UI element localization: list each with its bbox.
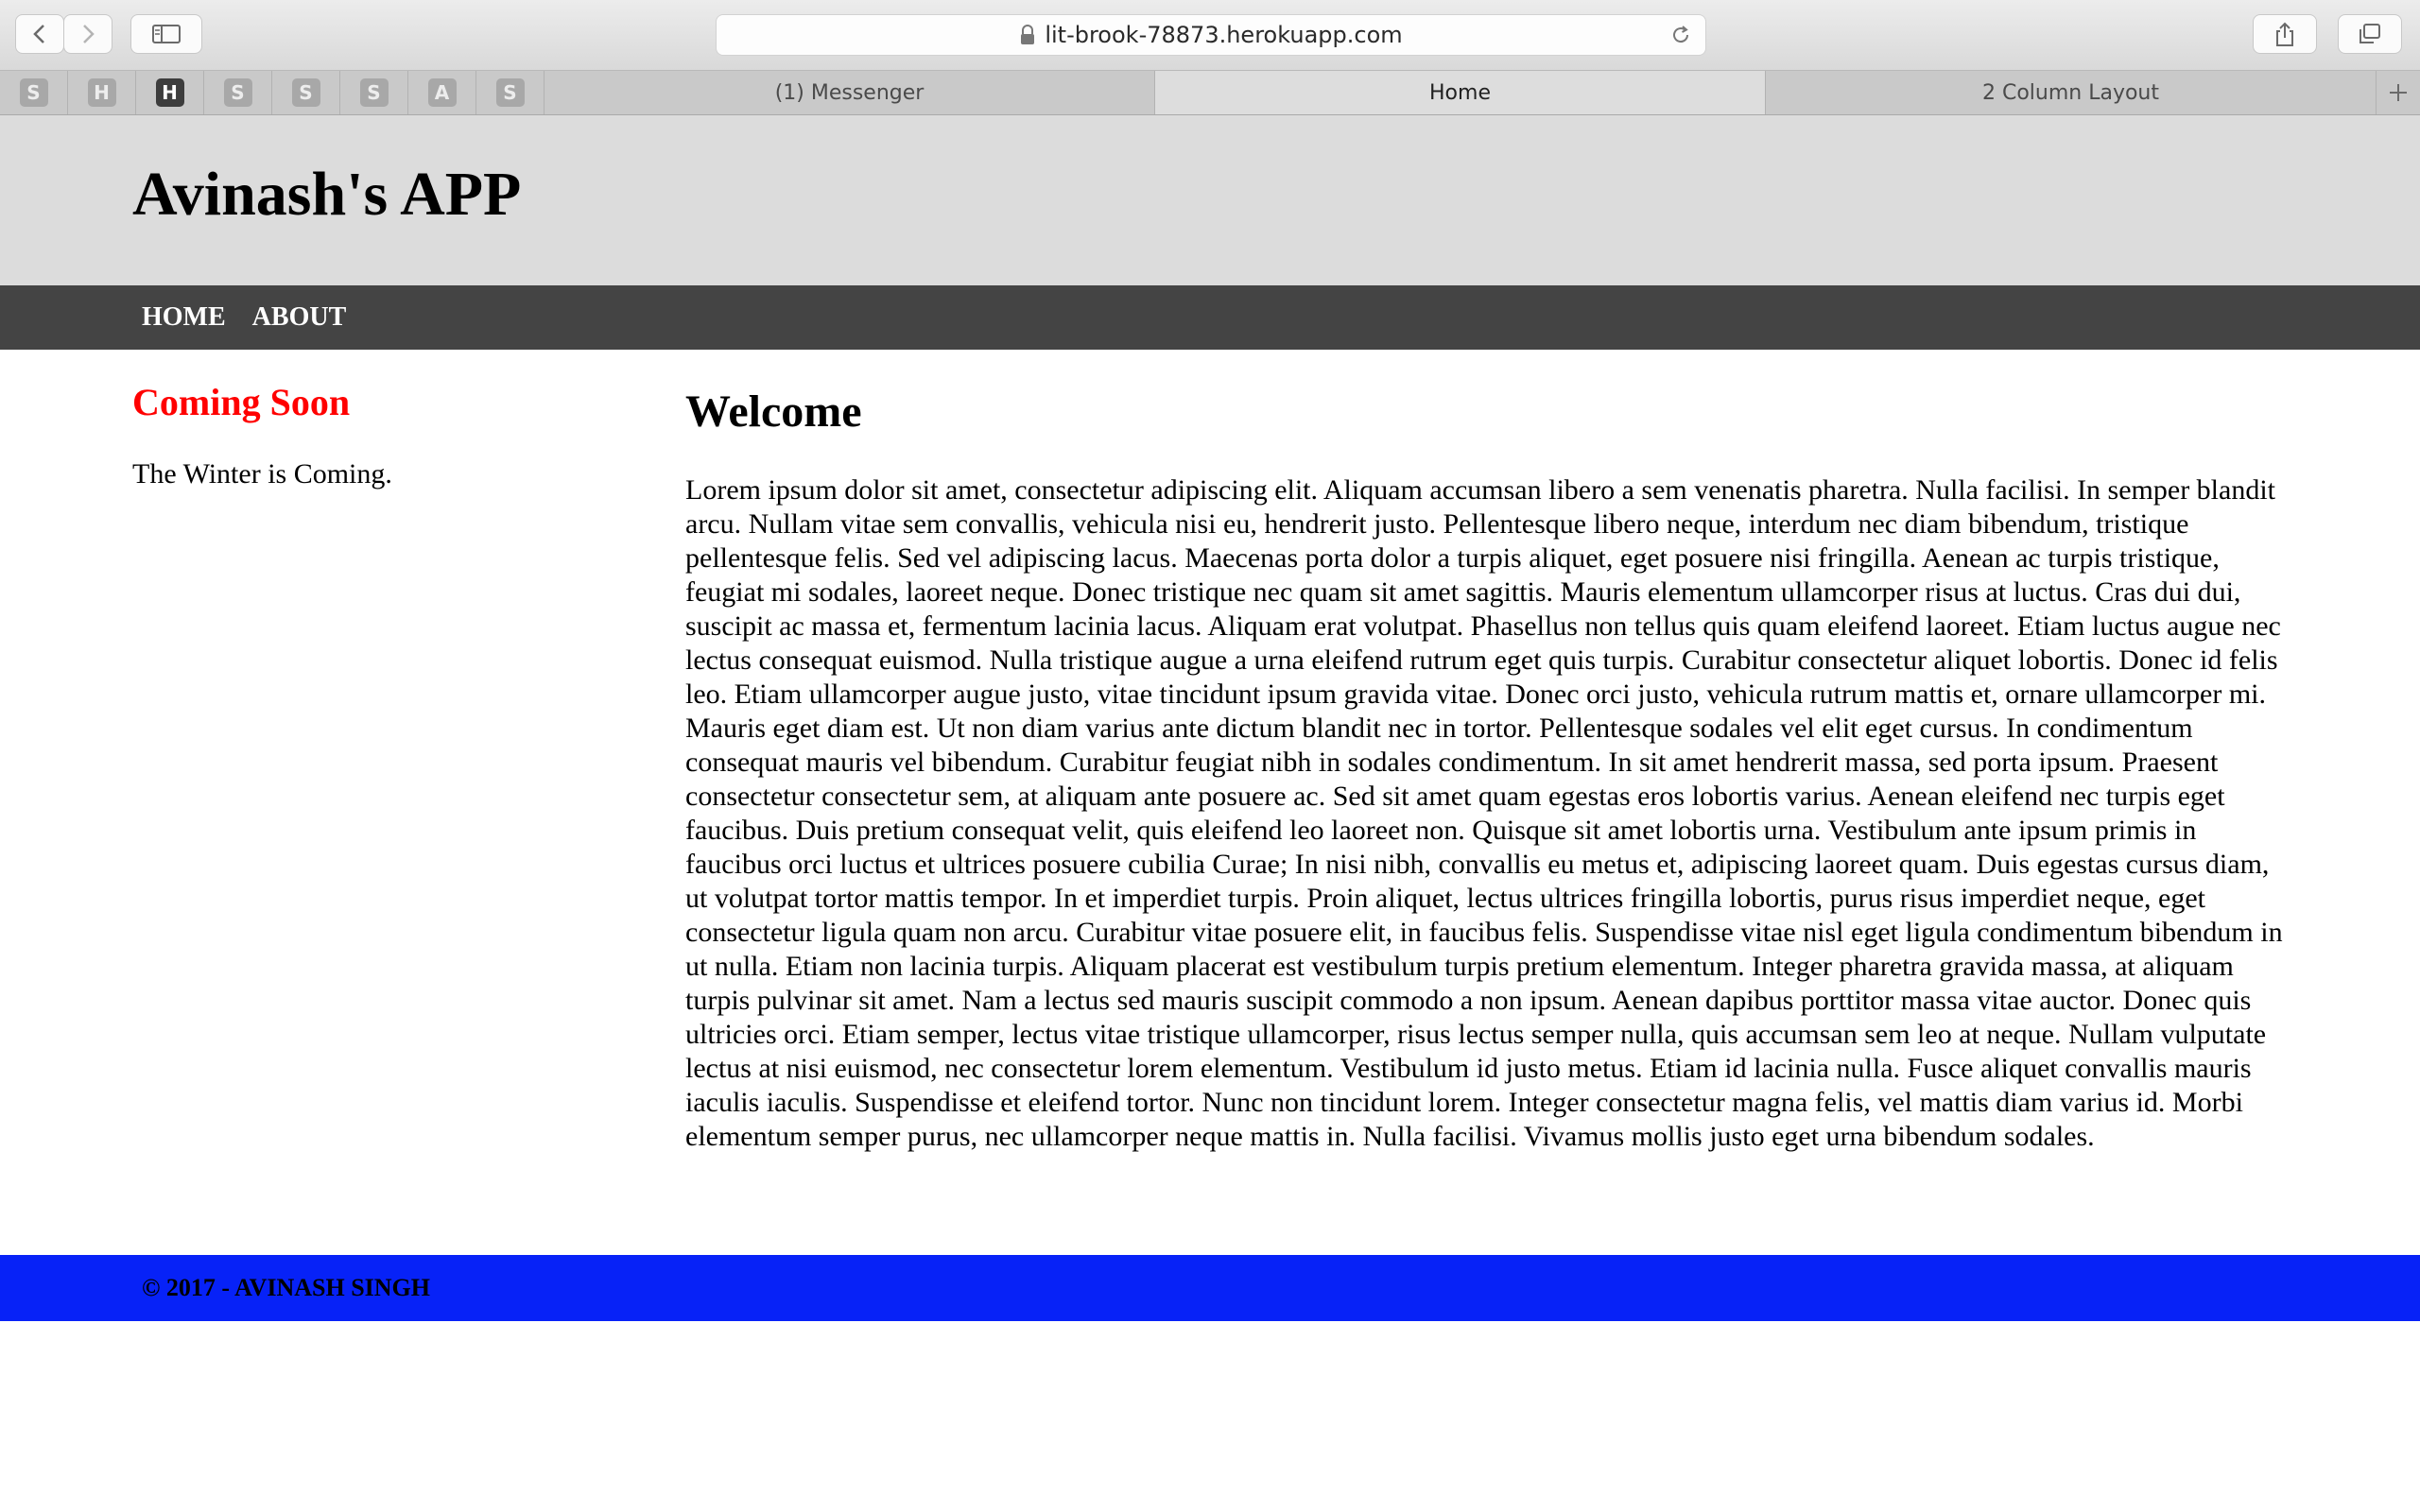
main-title: Welcome [685,387,862,437]
tabs-overview-icon [2360,24,2380,43]
pinned-tab[interactable]: S [272,71,340,114]
forward-button[interactable] [63,14,112,54]
pinned-tab[interactable]: H [136,71,204,114]
pinned-tab-favicon: S [359,78,389,107]
back-button[interactable] [15,14,64,54]
pinned-tab-favicon: H [87,78,116,107]
site-footer: © 2017 - AVINASH SINGH [0,1255,2420,1321]
sidebar-icon [152,25,181,43]
tab-messenger[interactable]: (1) Messenger [544,71,1155,114]
reload-icon[interactable] [1669,24,1692,50]
content-area: Coming Soon The Winter is Coming. Welcom… [0,350,2420,1257]
nav-link-about[interactable]: ABOUT [252,302,347,333]
pinned-tab-favicon: A [427,78,457,107]
address-bar[interactable]: lit-brook-78873.herokuapp.com [716,14,1706,56]
pinned-tab[interactable]: S [204,71,272,114]
footer-copyright: © 2017 - AVINASH SINGH [142,1274,431,1301]
url-text: lit-brook-78873.herokuapp.com [1045,22,1403,48]
site-header: Avinash's APP [0,115,2420,285]
sidebar-toggle-button[interactable] [130,14,202,54]
main-body-text: Lorem ipsum dolor sit amet, consectetur … [685,474,2283,1152]
pinned-tab[interactable]: S [476,71,544,114]
main-column: Welcome Lorem ipsum dolor sit amet, cons… [685,386,2292,1154]
browser-toolbar: lit-brook-78873.herokuapp.com [0,0,2420,71]
tab-2-column-layout[interactable]: 2 Column Layout [1766,71,2377,114]
pinned-tab[interactable]: S [340,71,408,114]
plus-icon [2390,84,2407,101]
pinned-tab-favicon: H [155,78,184,107]
pinned-tab-favicon: S [19,78,48,107]
pinned-tab-favicon: S [495,78,525,107]
chevron-left-icon [33,25,44,43]
pinned-tab[interactable]: A [408,71,476,114]
share-button[interactable] [2253,14,2317,54]
site-title: Avinash's APP [132,160,522,229]
lock-icon [1019,25,1036,45]
tab-strip: S H H S S S A S (1) Messenger Home 2 Col… [0,71,2420,115]
share-icon [2276,22,2293,46]
navbar: HOME ABOUT [0,285,2420,350]
nav-link-home[interactable]: HOME [142,302,226,333]
pinned-tab[interactable]: S [0,71,68,114]
tab-home[interactable]: Home [1155,71,1766,114]
sidebar: Coming Soon The Winter is Coming. [132,380,624,490]
chevron-right-icon [83,25,95,43]
pinned-tab-favicon: S [291,78,320,107]
pinned-tab-favicon: S [223,78,252,107]
new-tab-button[interactable] [2377,71,2420,114]
show-tabs-button[interactable] [2338,14,2402,54]
web-page: Avinash's APP HOME ABOUT Coming Soon The… [0,115,2420,1512]
pinned-tab[interactable]: H [68,71,136,114]
sidebar-text: The Winter is Coming. [132,458,392,490]
sidebar-title: Coming Soon [132,381,351,423]
